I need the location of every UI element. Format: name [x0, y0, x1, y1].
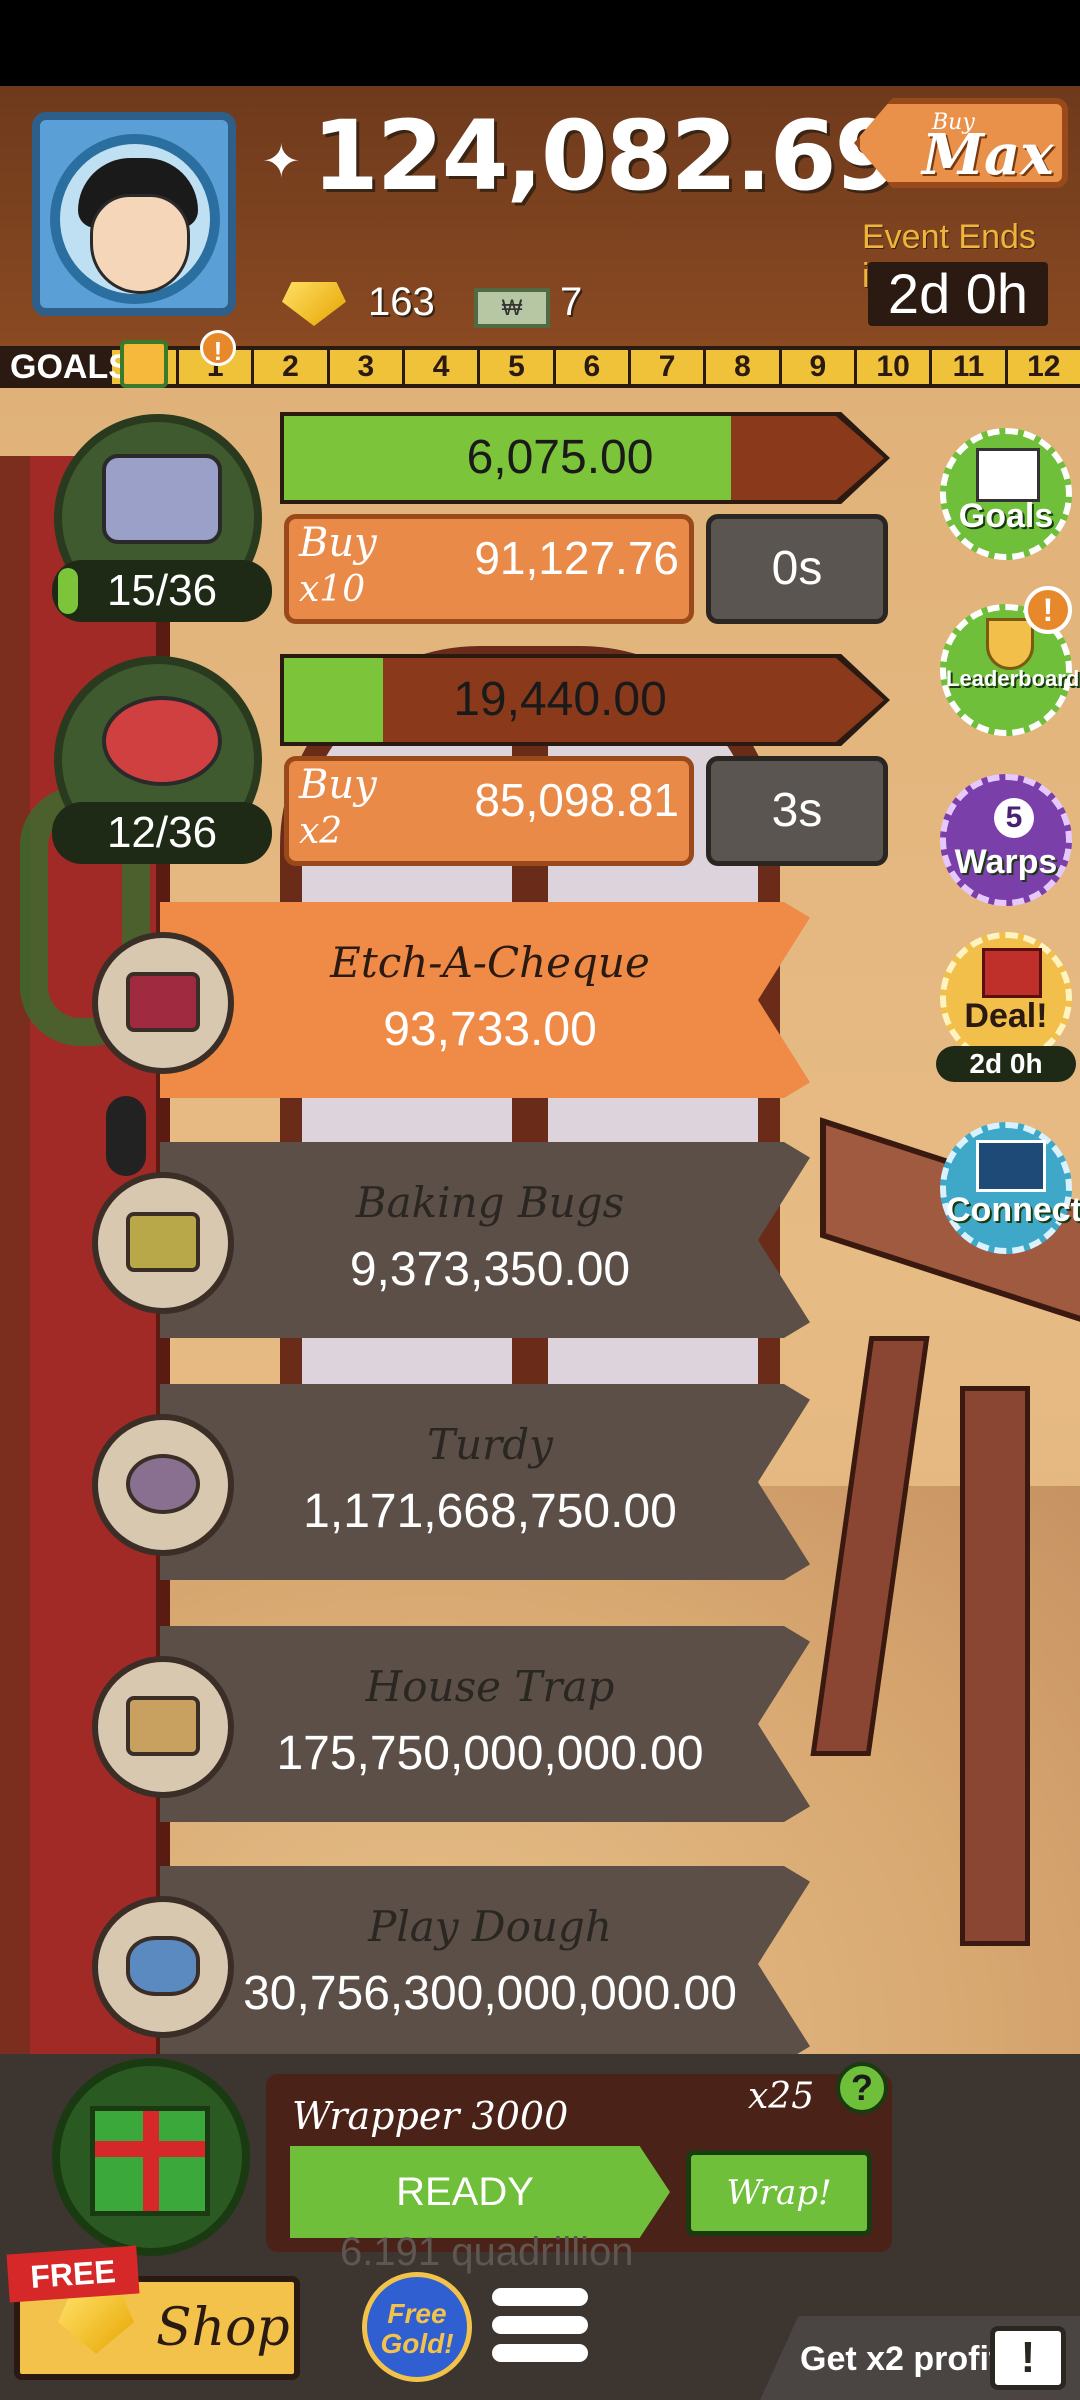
- goals-button[interactable]: Goals: [940, 428, 1072, 560]
- warps-button[interactable]: 5 Warps: [940, 774, 1072, 906]
- business-banner-baking-bugs[interactable]: Baking Bugs 9,373,350.00: [160, 1142, 810, 1338]
- gift-icon: [982, 948, 1042, 998]
- goals-tick: 7: [627, 350, 703, 384]
- business-banner-turdy[interactable]: Turdy 1,171,668,750.00: [160, 1384, 810, 1580]
- goals-tick: 6: [552, 350, 628, 384]
- hamburger-menu-icon[interactable]: [492, 2288, 588, 2368]
- business-progress[interactable]: 19,440.00: [284, 658, 884, 742]
- count-progress: [58, 568, 78, 614]
- business-name: House Trap: [365, 1662, 615, 1711]
- buy-button[interactable]: Buy x2 85,098.81: [284, 756, 694, 866]
- gift-box-icon: [90, 2106, 210, 2216]
- player-avatar[interactable]: [32, 112, 236, 316]
- turdy-icon: [92, 1414, 234, 1556]
- play-dough-icon: [92, 1896, 234, 2038]
- progress-value: 19,440.00: [453, 673, 667, 726]
- megabucks-count: 7: [560, 280, 583, 324]
- deal-timer: 2d 0h: [936, 1046, 1076, 1082]
- business-name: Baking Bugs: [355, 1178, 625, 1227]
- free-gold-line1: Free: [387, 2298, 447, 2329]
- buy-cost: 91,127.76: [474, 532, 679, 584]
- goals-tick: 9: [778, 350, 854, 384]
- status-bar: [0, 0, 1080, 86]
- business-progress[interactable]: 6,075.00: [284, 416, 884, 500]
- business-banner-etch-a-cheque[interactable]: Etch-A-Cheque 93,733.00: [160, 902, 810, 1098]
- business-count: 15/36: [52, 560, 272, 622]
- leaderboard-alert-icon: !: [1024, 586, 1072, 634]
- ready-bar: READY: [290, 2146, 670, 2238]
- wrap-button[interactable]: Wrap!: [686, 2150, 872, 2236]
- cash-total: 124,082.69: [312, 100, 901, 212]
- deal-button[interactable]: Deal!: [940, 932, 1072, 1064]
- table-leg: [960, 1386, 1030, 1946]
- baking-bugs-icon: [92, 1172, 234, 1314]
- gold-count: 163: [368, 280, 435, 324]
- goals-tick: 4: [401, 350, 477, 384]
- business-name: Etch-A-Cheque: [330, 938, 650, 987]
- leaderboard-label: Leaderboard: [946, 666, 1080, 691]
- goals-button-label: Goals: [958, 497, 1054, 535]
- trophy-icon: [986, 618, 1034, 670]
- free-ribbon: FREE: [6, 2245, 140, 2303]
- business-name: Turdy: [427, 1420, 553, 1469]
- warps-count: 5: [994, 798, 1034, 838]
- event-timer: 2d 0h: [868, 262, 1048, 326]
- x2-profit-label: Get x2 profit!: [800, 2340, 1012, 2378]
- faded-amount: 6.191 quadrillion: [340, 2230, 634, 2274]
- buy-multiplier: x10: [299, 569, 366, 610]
- etch-a-cheque-icon: [92, 932, 234, 1074]
- business-name: Play Dough: [368, 1902, 612, 1951]
- business-price: 1,171,668,750.00: [303, 1485, 677, 1538]
- business-price: 93,733.00: [383, 1003, 597, 1056]
- buy-multiplier: x2: [299, 811, 343, 852]
- business-price: 175,750,000,000.00: [276, 1727, 704, 1780]
- shop-label: Shop: [156, 2298, 290, 2358]
- buy-button[interactable]: Buy x10 91,127.76: [284, 514, 694, 624]
- buy-cost: 85,098.81: [474, 774, 679, 826]
- wrapper-title: Wrapper 3000: [292, 2094, 569, 2138]
- stop-it-icon: [102, 696, 222, 786]
- goals-tick: 11: [929, 350, 1004, 384]
- goals-tick: 2: [251, 350, 326, 384]
- connect-label: Connect: [946, 1191, 1080, 1229]
- goals-tick: 12: [1004, 350, 1080, 384]
- wrapper-multiplier: x25: [748, 2076, 815, 2117]
- business-count-label: 12/36: [106, 808, 218, 857]
- manager-timer-button[interactable]: 0s: [706, 514, 888, 624]
- business-count-label: 15/36: [106, 566, 218, 615]
- cash-icon: ✦: [262, 135, 301, 187]
- buy-max-button[interactable]: Buy Max: [854, 98, 1068, 188]
- deal-label: Deal!: [964, 997, 1048, 1035]
- progress-value: 6,075.00: [466, 431, 654, 484]
- house-trap-icon: [92, 1656, 234, 1798]
- checklist-icon: [976, 448, 1040, 502]
- goals-tick: 8: [703, 350, 778, 384]
- business-price: 30,756,300,000,000.00: [243, 1967, 737, 2020]
- door-knob: [106, 1096, 146, 1176]
- goals-tick: 3: [326, 350, 402, 384]
- help-icon[interactable]: ?: [836, 2062, 888, 2114]
- business-banner-play-dough[interactable]: Play Dough 30,756,300,000,000.00: [160, 1866, 810, 2062]
- connect-button[interactable]: Connect: [940, 1122, 1080, 1254]
- business-banner-house-trap[interactable]: House Trap 175,750,000,000.00: [160, 1626, 810, 1822]
- tv-icon[interactable]: !: [990, 2326, 1066, 2390]
- buy-label: Buy: [299, 762, 377, 808]
- buy-label: Buy: [299, 520, 377, 566]
- goals-tick: 10: [853, 350, 929, 384]
- free-gold-line2: Gold!: [380, 2328, 454, 2359]
- kids-icon: [102, 454, 222, 544]
- business-count: 12/36: [52, 802, 272, 864]
- warps-label: Warps: [954, 843, 1058, 881]
- business-price: 9,373,350.00: [349, 1243, 631, 1296]
- goals-tick: 5: [477, 350, 552, 384]
- megabucks-icon: ₩: [474, 288, 550, 328]
- goals-alert-icon[interactable]: !: [200, 330, 236, 366]
- goals-ticks: 1 2 3 4 5 6 7 8 9 10 11 12: [176, 350, 1080, 384]
- manager-timer-button[interactable]: 3s: [706, 756, 888, 866]
- buy-max-big: Max: [922, 122, 1054, 188]
- free-gold-button[interactable]: Free Gold!: [362, 2272, 472, 2382]
- goals-gift-icon[interactable]: [120, 340, 168, 388]
- cards-icon: [976, 1140, 1046, 1192]
- goals-label: GOALS: [0, 350, 131, 384]
